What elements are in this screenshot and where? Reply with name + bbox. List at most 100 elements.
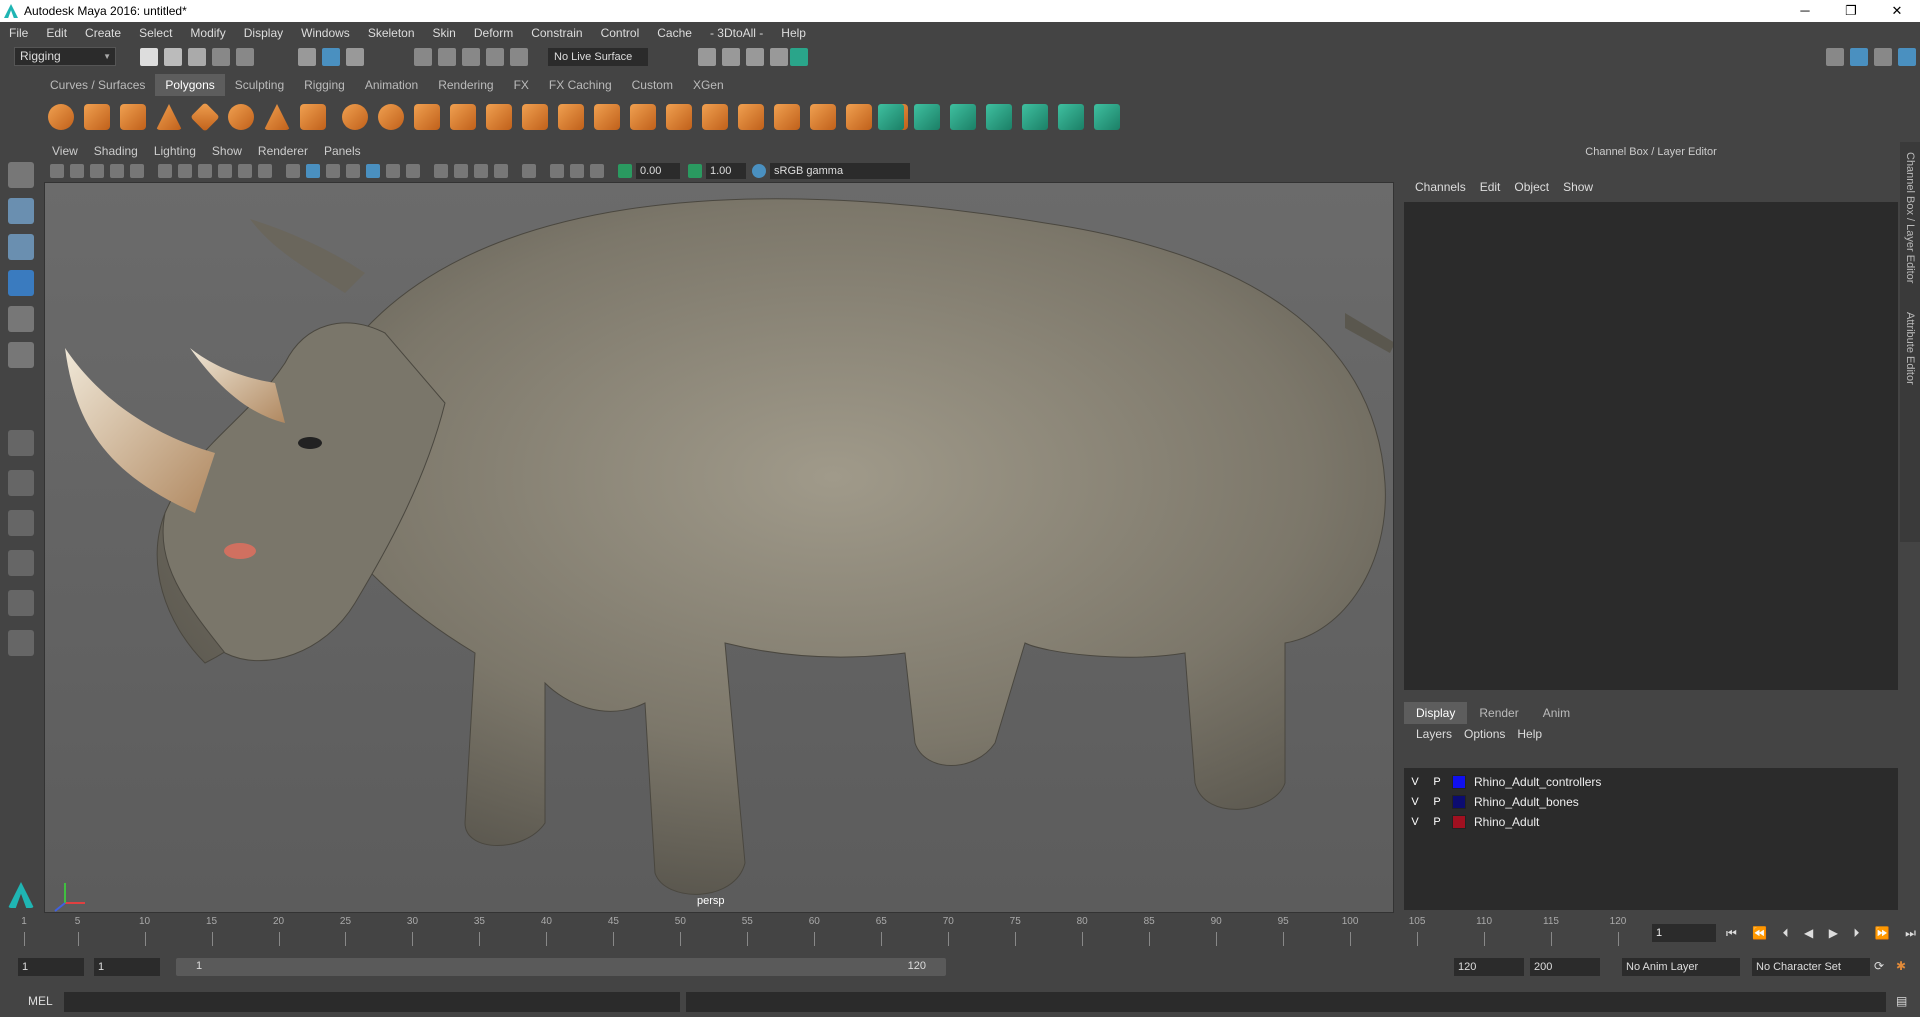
safe-action-icon[interactable] bbox=[258, 164, 272, 178]
layer-visibility-toggle[interactable]: V bbox=[1404, 816, 1426, 828]
minimize-icon[interactable]: ─ bbox=[1782, 0, 1828, 22]
select-tool-icon[interactable] bbox=[8, 162, 34, 188]
shelf-tab-animation[interactable]: Animation bbox=[355, 74, 428, 96]
scale-tool-icon[interactable] bbox=[8, 342, 34, 368]
paint-select-tool-icon[interactable] bbox=[8, 234, 34, 260]
grease-pencil-icon[interactable] bbox=[130, 164, 144, 178]
step-forward-key-icon[interactable]: ⏩ bbox=[1875, 926, 1890, 940]
play-backward-icon[interactable]: ◀ bbox=[1804, 926, 1813, 940]
layer-row[interactable]: V P Rhino_Adult_controllers bbox=[1404, 772, 1898, 792]
animation-end-field[interactable]: 200 bbox=[1530, 958, 1600, 976]
close-icon[interactable]: ✕ bbox=[1874, 0, 1920, 22]
rig-tool-5-icon[interactable] bbox=[1022, 104, 1048, 130]
smooth-icon[interactable] bbox=[450, 104, 476, 130]
layer-playback-toggle[interactable]: P bbox=[1426, 796, 1448, 808]
poly-cube-icon[interactable] bbox=[84, 104, 110, 130]
playback-end-field[interactable]: 120 bbox=[1454, 958, 1524, 976]
animation-start-field[interactable]: 1 bbox=[18, 958, 84, 976]
xray-icon[interactable] bbox=[550, 164, 564, 178]
motion-blur-icon[interactable] bbox=[454, 164, 468, 178]
bookmark-icon[interactable] bbox=[90, 164, 104, 178]
render-settings-icon[interactable] bbox=[746, 48, 764, 66]
command-language-label[interactable]: MEL bbox=[28, 994, 53, 1008]
image-plane-icon[interactable] bbox=[110, 164, 124, 178]
shelf-tab-sculpting[interactable]: Sculpting bbox=[225, 74, 294, 96]
shadows-icon[interactable] bbox=[406, 164, 420, 178]
view-transform-icon[interactable] bbox=[752, 164, 766, 178]
current-frame-field[interactable]: 1 bbox=[1652, 924, 1716, 942]
isolate-select-icon[interactable] bbox=[522, 164, 536, 178]
playback-start-field[interactable]: 1 bbox=[94, 958, 160, 976]
rig-tool-2-icon[interactable] bbox=[914, 104, 940, 130]
command-input[interactable] bbox=[64, 992, 680, 1012]
menu-3dtoall[interactable]: - 3DtoAll - bbox=[701, 26, 772, 40]
poly-cone-icon[interactable] bbox=[156, 104, 182, 130]
wireframe-icon[interactable] bbox=[286, 164, 300, 178]
shelf-tab-polygons[interactable]: Polygons bbox=[155, 74, 225, 96]
gamma-icon[interactable] bbox=[688, 164, 702, 178]
shelf-tab-fx-caching[interactable]: FX Caching bbox=[539, 74, 622, 96]
modeling-toolkit-icon[interactable] bbox=[1826, 48, 1844, 66]
extrude-icon[interactable] bbox=[522, 104, 548, 130]
film-gate-icon[interactable] bbox=[178, 164, 192, 178]
layer-name[interactable]: Rhino_Adult bbox=[1474, 815, 1539, 829]
xray-active-components-icon[interactable] bbox=[570, 164, 584, 178]
menu-windows[interactable]: Windows bbox=[292, 26, 359, 40]
menu-select[interactable]: Select bbox=[130, 26, 181, 40]
layer-visibility-toggle[interactable]: V bbox=[1404, 796, 1426, 808]
shelf-tab-rigging[interactable]: Rigging bbox=[294, 74, 355, 96]
poly-plane-icon[interactable] bbox=[190, 102, 220, 132]
time-slider[interactable]: 1 5 10 15 20 25 30 35 40 45 50 55 60 65 70 75 80 85 90 95 10… bbox=[21, 914, 1638, 946]
layer-name[interactable]: Rhino_Adult_bones bbox=[1474, 795, 1579, 809]
layer-color-swatch[interactable] bbox=[1452, 775, 1466, 789]
planar-mapping-icon[interactable] bbox=[810, 104, 836, 130]
step-back-key-icon[interactable]: ⏪ bbox=[1752, 926, 1767, 940]
panel-menu-panels[interactable]: Panels bbox=[316, 142, 369, 160]
smooth-shade-icon[interactable] bbox=[306, 164, 320, 178]
menuset-dropdown[interactable]: Rigging bbox=[14, 47, 116, 66]
layer-tab-render[interactable]: Render bbox=[1467, 702, 1530, 724]
render-view-icon[interactable] bbox=[790, 48, 808, 66]
poly-sphere-icon[interactable] bbox=[48, 104, 74, 130]
multi-cut-icon[interactable] bbox=[702, 104, 728, 130]
target-weld-icon[interactable] bbox=[738, 104, 764, 130]
lasso-tool-icon[interactable] bbox=[8, 198, 34, 224]
textured-icon[interactable] bbox=[366, 164, 380, 178]
snap-grid-icon[interactable] bbox=[414, 48, 432, 66]
poly-pipe-icon[interactable] bbox=[300, 104, 326, 130]
menu-skin[interactable]: Skin bbox=[424, 26, 465, 40]
rig-tool-7-icon[interactable] bbox=[1094, 104, 1120, 130]
gate-mask-icon[interactable] bbox=[218, 164, 232, 178]
separate-icon[interactable] bbox=[378, 104, 404, 130]
layer-row[interactable]: V P Rhino_Adult bbox=[1404, 812, 1898, 832]
le-menu-help[interactable]: Help bbox=[1511, 727, 1548, 741]
shelf-tab-xgen[interactable]: XGen bbox=[683, 74, 734, 96]
automatic-mapping-icon[interactable] bbox=[846, 104, 872, 130]
grid-toggle-icon[interactable] bbox=[158, 164, 172, 178]
use-all-lights-icon[interactable] bbox=[386, 164, 400, 178]
rig-tool-3-icon[interactable] bbox=[950, 104, 976, 130]
mirror-icon[interactable] bbox=[630, 104, 656, 130]
new-scene-icon[interactable] bbox=[140, 48, 158, 66]
screen-space-ao-icon[interactable] bbox=[434, 164, 448, 178]
side-tab-attribute-editor[interactable]: Attribute Editor bbox=[1904, 312, 1916, 385]
persp-outliner-layout-icon[interactable] bbox=[8, 510, 34, 536]
rotate-tool-icon[interactable] bbox=[8, 306, 34, 332]
panel-menu-lighting[interactable]: Lighting bbox=[146, 142, 204, 160]
layer-visibility-toggle[interactable]: V bbox=[1404, 776, 1426, 788]
attribute-editor-toggle-icon[interactable] bbox=[1850, 48, 1868, 66]
cb-menu-channels[interactable]: Channels bbox=[1408, 180, 1473, 194]
four-view-layout-icon[interactable] bbox=[8, 470, 34, 496]
tool-settings-toggle-icon[interactable] bbox=[1874, 48, 1892, 66]
menu-constrain[interactable]: Constrain bbox=[522, 26, 591, 40]
select-hierarchy-icon[interactable] bbox=[298, 48, 316, 66]
cb-menu-object[interactable]: Object bbox=[1507, 180, 1556, 194]
bridge-icon[interactable] bbox=[486, 104, 512, 130]
panel-menu-shading[interactable]: Shading bbox=[86, 142, 146, 160]
shelf-tab-rendering[interactable]: Rendering bbox=[428, 74, 503, 96]
save-scene-icon[interactable] bbox=[188, 48, 206, 66]
animation-preferences-icon[interactable]: ✱ bbox=[1896, 959, 1906, 973]
menu-skeleton[interactable]: Skeleton bbox=[359, 26, 424, 40]
menu-modify[interactable]: Modify bbox=[181, 26, 234, 40]
layer-playback-toggle[interactable]: P bbox=[1426, 776, 1448, 788]
